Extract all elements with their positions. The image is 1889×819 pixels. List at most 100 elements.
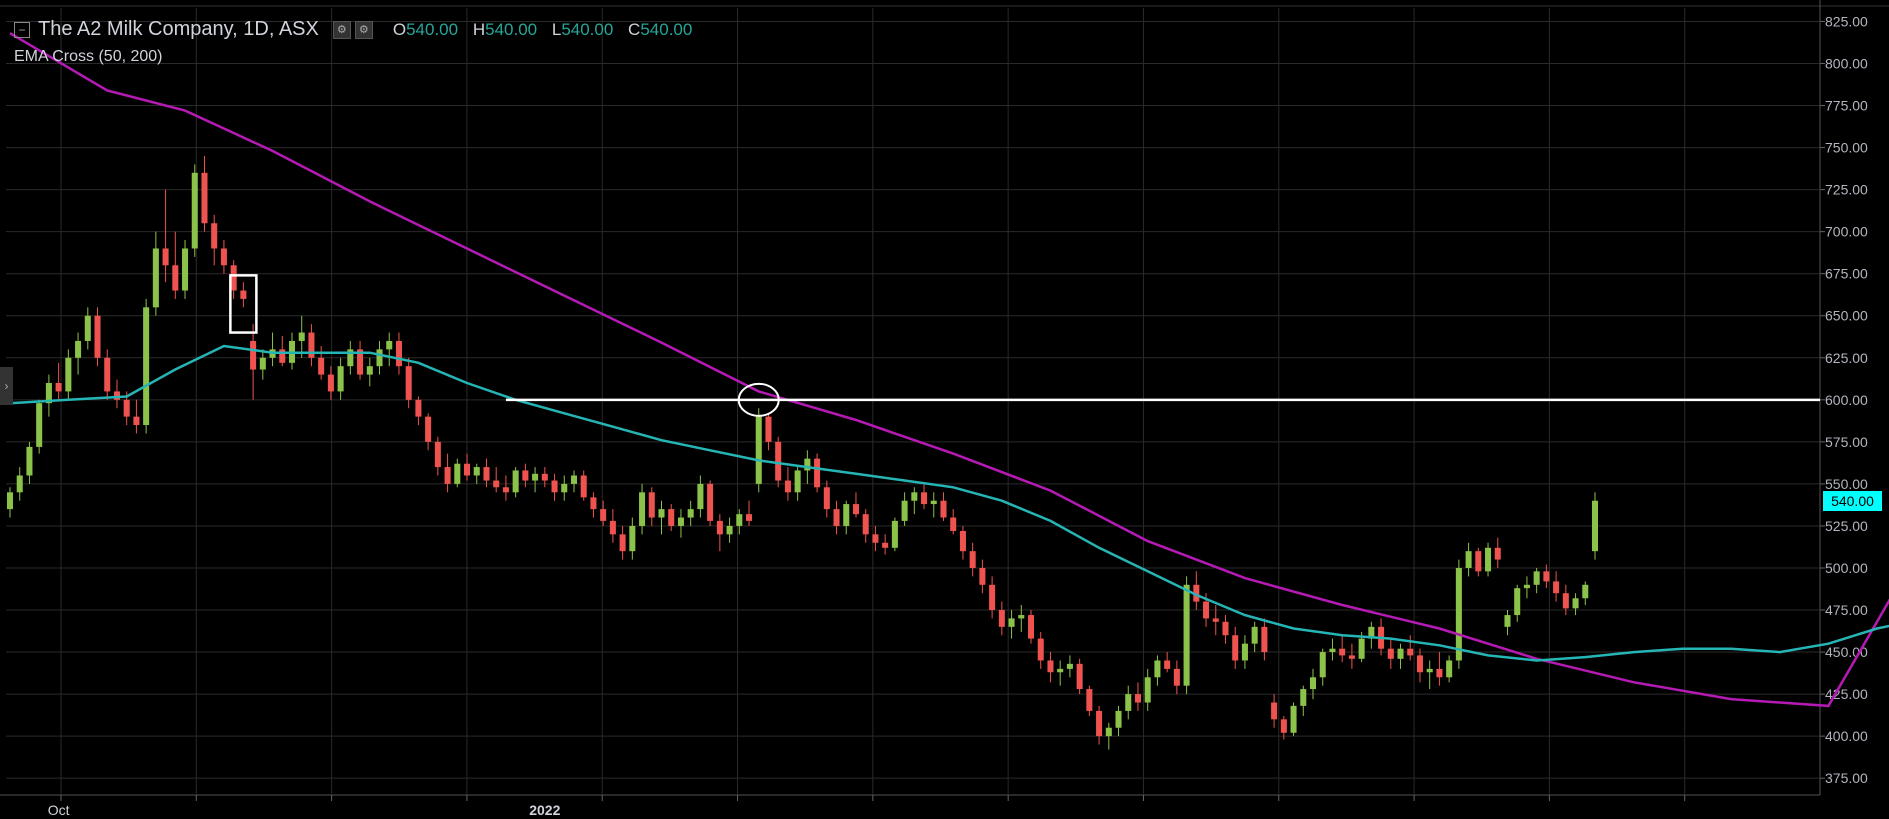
candle[interactable] bbox=[493, 467, 500, 493]
chevron-right-icon[interactable]: › bbox=[0, 367, 13, 405]
candle[interactable] bbox=[1096, 705, 1103, 745]
candle[interactable] bbox=[1183, 576, 1190, 695]
candle[interactable] bbox=[921, 483, 928, 510]
candle[interactable] bbox=[833, 500, 840, 535]
candle[interactable] bbox=[1057, 660, 1064, 686]
candle[interactable] bbox=[152, 231, 159, 316]
candle[interactable] bbox=[104, 349, 111, 400]
candle-body[interactable] bbox=[532, 473, 539, 481]
candle[interactable] bbox=[629, 517, 636, 560]
candle-body[interactable] bbox=[201, 172, 208, 224]
candle-body[interactable] bbox=[765, 416, 772, 442]
candle-body[interactable] bbox=[483, 467, 490, 481]
candle-body[interactable] bbox=[1105, 727, 1112, 737]
candle[interactable] bbox=[464, 453, 471, 481]
study-legend[interactable]: EMA Cross (50, 200) bbox=[14, 48, 163, 66]
candle-body[interactable] bbox=[1027, 615, 1035, 639]
candle-body[interactable] bbox=[1212, 618, 1219, 622]
candle-body[interactable] bbox=[240, 290, 247, 299]
candle-body[interactable] bbox=[1066, 663, 1073, 669]
candle[interactable] bbox=[716, 514, 723, 552]
candle-body[interactable] bbox=[1154, 660, 1161, 678]
candle[interactable] bbox=[687, 500, 694, 526]
candle[interactable] bbox=[1582, 581, 1589, 605]
candle-body[interactable] bbox=[882, 542, 889, 548]
candle-body[interactable] bbox=[1309, 677, 1317, 690]
candle-body[interactable] bbox=[493, 480, 500, 488]
candle[interactable] bbox=[1455, 559, 1462, 669]
candle-body[interactable] bbox=[1475, 551, 1482, 572]
candle[interactable] bbox=[1251, 621, 1258, 653]
candle-body[interactable] bbox=[1416, 655, 1423, 673]
candle-body[interactable] bbox=[1446, 660, 1453, 678]
candle[interactable] bbox=[940, 492, 947, 521]
candle[interactable] bbox=[1387, 638, 1394, 669]
candle[interactable] bbox=[590, 492, 597, 518]
candle-body[interactable] bbox=[16, 475, 23, 493]
candle-body[interactable] bbox=[1047, 660, 1054, 673]
candle[interactable] bbox=[415, 396, 422, 426]
candle-body[interactable] bbox=[784, 480, 791, 493]
candle[interactable] bbox=[989, 576, 996, 619]
candle-body[interactable] bbox=[1183, 584, 1190, 686]
candle[interactable] bbox=[843, 500, 850, 535]
candle[interactable] bbox=[376, 340, 383, 375]
candle-body[interactable] bbox=[473, 467, 480, 476]
candle-body[interactable] bbox=[989, 584, 996, 611]
candle[interactable] bbox=[473, 463, 480, 484]
candle[interactable] bbox=[1553, 571, 1560, 602]
candles[interactable] bbox=[6, 155, 1599, 750]
candle[interactable] bbox=[648, 487, 655, 526]
candle-body[interactable] bbox=[1222, 621, 1229, 636]
candle-body[interactable] bbox=[1086, 689, 1093, 711]
candle[interactable] bbox=[1115, 705, 1122, 737]
candle-body[interactable] bbox=[609, 520, 616, 535]
candle-body[interactable] bbox=[1514, 588, 1521, 616]
candle-body[interactable] bbox=[123, 399, 130, 417]
candle-body[interactable] bbox=[1018, 615, 1025, 619]
candle[interactable] bbox=[658, 500, 665, 535]
candle-body[interactable] bbox=[998, 610, 1005, 627]
candle-body[interactable] bbox=[318, 357, 325, 375]
candle-body[interactable] bbox=[259, 357, 266, 370]
candle-body[interactable] bbox=[852, 504, 859, 515]
candle-body[interactable] bbox=[697, 483, 704, 510]
candle[interactable] bbox=[551, 473, 558, 501]
candle-body[interactable] bbox=[1397, 648, 1404, 659]
candle[interactable] bbox=[784, 467, 791, 501]
candle[interactable] bbox=[1446, 655, 1453, 683]
candle-body[interactable] bbox=[464, 463, 471, 476]
candle[interactable] bbox=[1339, 635, 1346, 663]
candle[interactable] bbox=[580, 470, 587, 501]
candle[interactable] bbox=[950, 509, 957, 535]
candle-body[interactable] bbox=[1280, 719, 1287, 733]
candle-body[interactable] bbox=[113, 391, 120, 400]
candle-body[interactable] bbox=[1436, 668, 1443, 678]
candle-body[interactable] bbox=[1426, 668, 1433, 673]
candle-body[interactable] bbox=[843, 504, 850, 526]
candle-body[interactable] bbox=[969, 551, 976, 568]
candle[interactable] bbox=[94, 307, 101, 367]
candle-body[interactable] bbox=[979, 567, 986, 585]
candle[interactable] bbox=[1105, 722, 1112, 750]
candle-body[interactable] bbox=[677, 517, 684, 526]
candle-body[interactable] bbox=[279, 349, 286, 363]
candle[interactable] bbox=[1271, 694, 1278, 728]
candle[interactable] bbox=[1397, 643, 1404, 669]
candle-body[interactable] bbox=[959, 530, 966, 552]
candle-body[interactable] bbox=[541, 473, 548, 481]
candle[interactable] bbox=[1241, 635, 1248, 669]
candle[interactable] bbox=[1086, 685, 1093, 716]
candle[interactable] bbox=[1319, 648, 1326, 686]
candle[interactable] bbox=[1572, 593, 1579, 616]
time-axis[interactable]: Oct 2022 bbox=[48, 795, 1686, 818]
candle-body[interactable] bbox=[211, 223, 218, 249]
candle[interactable] bbox=[570, 470, 578, 493]
candle-body[interactable] bbox=[1582, 584, 1589, 599]
candle[interactable] bbox=[619, 525, 626, 560]
candle[interactable] bbox=[16, 467, 23, 501]
candle-body[interactable] bbox=[794, 470, 801, 493]
candle-body[interactable] bbox=[1319, 652, 1326, 678]
candle-body[interactable] bbox=[425, 416, 432, 442]
candle-body[interactable] bbox=[1271, 702, 1278, 720]
